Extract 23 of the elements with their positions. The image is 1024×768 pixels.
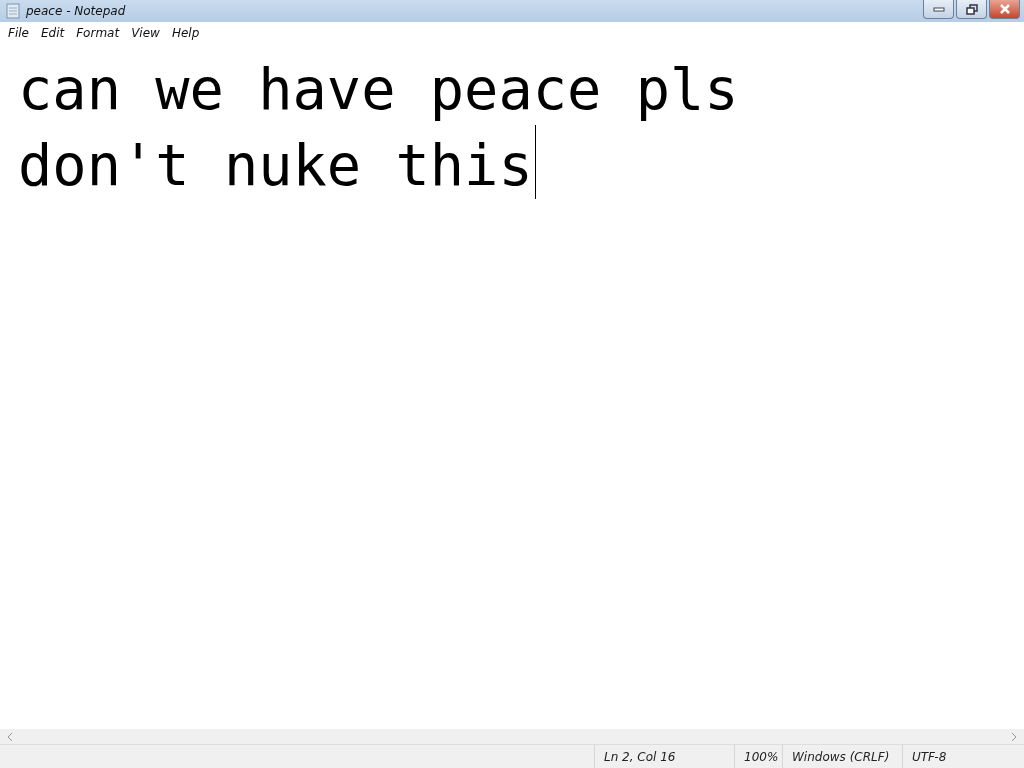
restore-icon [965, 3, 978, 15]
status-text: UTF-8 [902, 745, 1024, 768]
restore-button[interactable] [956, 0, 987, 19]
text-editor[interactable]: can we have peace pls don't nuke this [0, 43, 1024, 729]
menu-item[interactable]: Edit [34, 25, 71, 40]
menu-item[interactable]: Help [165, 25, 206, 40]
minimize-button[interactable] [923, 0, 954, 19]
menu-item[interactable]: View [125, 25, 166, 40]
scroll-left-icon[interactable] [6, 731, 14, 742]
close-icon [998, 4, 1011, 14]
horizontal-scrollbar[interactable] [0, 729, 1024, 744]
text-line: can we have peace pls [18, 55, 739, 124]
status-text: Ln 2, Col 16 [594, 745, 734, 768]
window-title: peace - Notepad [26, 4, 126, 18]
status-text: 100% [734, 745, 782, 768]
status-text: Windows (CRLF) [782, 745, 902, 768]
scroll-right-icon[interactable] [1010, 731, 1018, 742]
menu-item[interactable]: File [2, 25, 35, 40]
notepad-icon [6, 3, 20, 19]
text-line: don't nuke this [18, 125, 537, 201]
menu-item[interactable]: Format [70, 25, 126, 40]
close-button[interactable] [989, 0, 1020, 19]
minimize-icon [932, 6, 945, 12]
